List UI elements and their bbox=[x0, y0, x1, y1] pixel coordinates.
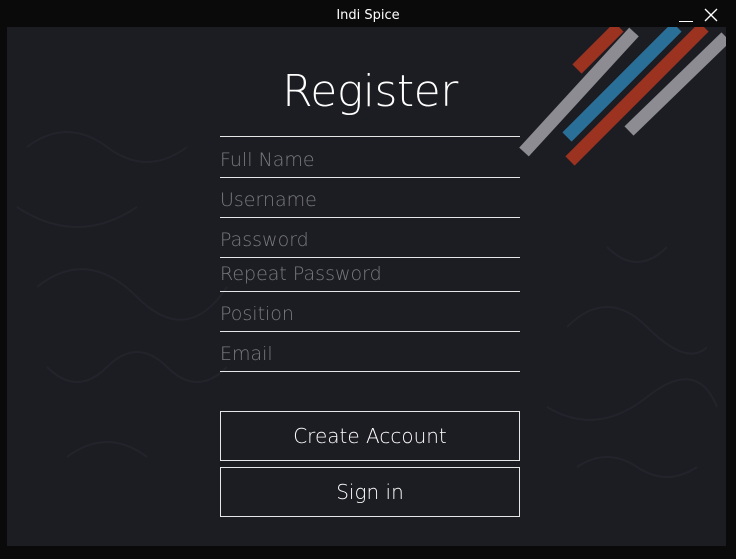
minimize-icon bbox=[679, 21, 693, 22]
app-window: Indi Spice Register Full Name Username P… bbox=[0, 0, 736, 559]
email-field[interactable] bbox=[220, 336, 520, 372]
create-account-button[interactable]: Create Account bbox=[220, 411, 520, 461]
window-title: Indi Spice bbox=[336, 8, 400, 23]
repeat-password-field[interactable] bbox=[220, 256, 520, 292]
repeat-password-input[interactable] bbox=[220, 261, 520, 287]
sign-in-button[interactable]: Sign in bbox=[220, 467, 520, 517]
email-input[interactable] bbox=[220, 341, 520, 367]
page-title: Register bbox=[282, 66, 458, 117]
minimize-button[interactable] bbox=[675, 4, 697, 26]
username-field[interactable] bbox=[220, 182, 520, 218]
username-input[interactable] bbox=[220, 187, 520, 213]
password-field[interactable] bbox=[220, 222, 520, 258]
close-icon bbox=[704, 8, 718, 22]
register-panel: Register Create Account Sign in bbox=[7, 27, 726, 546]
top-divider bbox=[220, 136, 520, 137]
position-field[interactable] bbox=[220, 296, 520, 332]
close-button[interactable] bbox=[700, 4, 722, 26]
password-input[interactable] bbox=[220, 227, 520, 253]
full-name-field[interactable] bbox=[220, 142, 520, 178]
title-bar[interactable]: Indi Spice bbox=[0, 0, 736, 28]
full-name-input[interactable] bbox=[220, 147, 520, 173]
position-input[interactable] bbox=[220, 301, 520, 327]
